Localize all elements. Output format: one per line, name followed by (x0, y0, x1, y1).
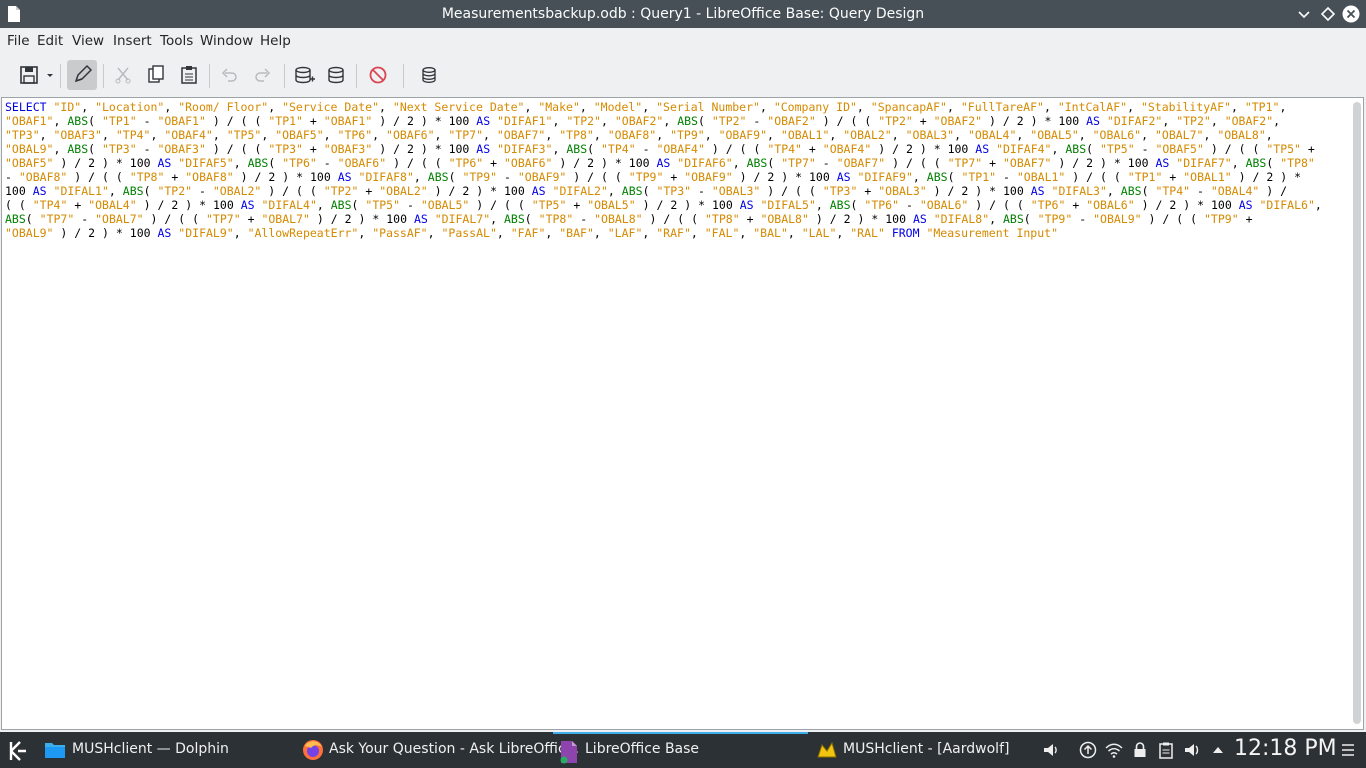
menu-bar: File Edit View Insert Tools Window Help (0, 28, 1366, 55)
mushclient-icon (817, 741, 837, 758)
kde-launcher-icon (9, 741, 26, 761)
sql-line: "OBAL9" ) / 2 ) * 100 AS "DIFAL9", "Allo… (5, 226, 1059, 240)
toolbar-separator (403, 64, 404, 88)
sql-line: 100 AS "DIFAL1", ABS( "TP2" - "OBAL2" ) … (5, 184, 1288, 198)
show-desktop-icon[interactable] (1339, 741, 1357, 759)
clear-query-icon[interactable] (367, 62, 389, 88)
menu-insert[interactable]: Insert (113, 33, 152, 49)
copy-icon[interactable] (145, 62, 167, 88)
edit-mode-icon[interactable] (67, 60, 97, 90)
task-label: LibreOffice Base (585, 741, 700, 757)
title-bar: Measurementsbackup.odb : Query1 - LibreO… (0, 0, 1366, 28)
maximize-icon[interactable] (1319, 5, 1337, 23)
volume-icon[interactable] (1183, 741, 1201, 759)
cut-icon[interactable] (112, 62, 134, 88)
toolbar-separator (284, 64, 285, 88)
libreoffice-base-icon (560, 741, 577, 764)
task-label: MUSHclient — Dolphin (72, 741, 229, 757)
sql-editor[interactable]: SELECT "ID", "Location", "Room/ Floor", … (1, 97, 1364, 730)
sql-line: "OBAF5" ) / 2 ) * 100 AS "DIFAF5", ABS( … (5, 156, 1315, 170)
paste-icon[interactable] (178, 62, 200, 88)
redo-icon[interactable] (252, 62, 274, 88)
menu-tools[interactable]: Tools (160, 33, 193, 49)
clipboard-icon[interactable] (1157, 741, 1175, 759)
toolbar-separator (60, 64, 61, 88)
add-table-icon[interactable] (293, 62, 315, 88)
toolbar-separator (103, 64, 104, 88)
sql-line: - "OBAF8" ) / ( ( "TP8" + "OBAF8" ) / 2 … (5, 170, 1302, 184)
save-dropdown-icon[interactable] (44, 62, 56, 88)
undo-icon[interactable] (218, 62, 240, 88)
sql-text[interactable]: SELECT "ID", "Location", "Room/ Floor", … (5, 100, 1345, 240)
taskbar: MUSHclient — Dolphin Ask Your Question -… (0, 732, 1366, 768)
task-dolphin[interactable]: MUSHclient — Dolphin (38, 732, 293, 768)
task-label: MUSHclient - [Aardwolf] (843, 741, 1010, 757)
sql-line: ABS( "TP7" - "OBAL7" ) / ( ( "TP7" + "OB… (5, 212, 1253, 226)
minimize-icon[interactable] (1295, 5, 1313, 23)
wifi-icon[interactable] (1105, 741, 1123, 759)
tray-expand-icon[interactable] (1209, 741, 1227, 759)
toolbar-separator (356, 64, 357, 88)
task-label: Ask Your Question - Ask LibreOffic... (329, 741, 580, 757)
task-libreoffice-base[interactable]: LibreOffice Base (553, 732, 808, 768)
sql-line: "TP3", "OBAF3", "TP4", "OBAF4", "TP5", "… (5, 128, 1273, 142)
toolbar (0, 55, 1366, 97)
menu-file[interactable]: File (7, 33, 30, 49)
sql-line: SELECT "ID", "Location", "Room/ Floor", … (5, 100, 1287, 114)
window-title: Measurementsbackup.odb : Query1 - LibreO… (441, 6, 925, 22)
toolbar-separator (209, 64, 210, 88)
folder-icon (45, 743, 65, 758)
application-launcher[interactable] (0, 732, 36, 768)
clock[interactable]: 12:18 PM (1234, 736, 1337, 761)
sql-line: "OBAF1", ABS( "TP1" - "OBAF1" ) / ( ( "T… (5, 114, 1281, 128)
save-icon[interactable] (18, 62, 40, 88)
run-query-icon[interactable] (326, 62, 348, 88)
menu-window[interactable]: Window (200, 33, 253, 49)
close-icon[interactable] (1342, 5, 1360, 23)
sql-line: ( ( "TP4" + "OBAL4" ) / 2 ) * 100 AS "DI… (5, 198, 1322, 212)
sql-line: "OBAL9", ABS( "TP3" - "OBAF3" ) / ( ( "T… (5, 142, 1315, 156)
update-notifier-icon[interactable] (1079, 741, 1097, 759)
menu-edit[interactable]: Edit (37, 33, 63, 49)
menu-view[interactable]: View (72, 33, 104, 49)
menu-help[interactable]: Help (260, 33, 291, 49)
speaker-icon[interactable] (1042, 741, 1060, 759)
firefox-icon (303, 740, 323, 760)
task-firefox[interactable]: Ask Your Question - Ask LibreOffic... (296, 732, 579, 768)
vertical-scrollbar[interactable] (1353, 102, 1361, 724)
lock-icon[interactable] (1131, 741, 1149, 759)
task-mushclient[interactable]: MUSHclient - [Aardwolf] (810, 732, 1030, 768)
switch-design-view-icon[interactable] (418, 62, 440, 88)
